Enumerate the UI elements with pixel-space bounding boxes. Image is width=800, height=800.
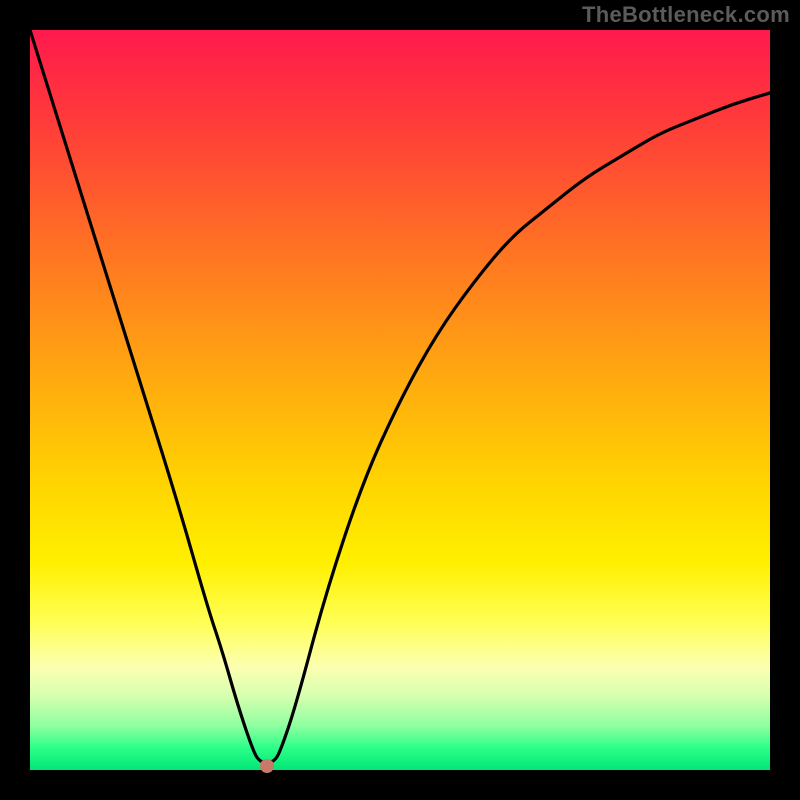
minimum-marker <box>260 759 274 773</box>
curve-svg <box>30 30 770 770</box>
plot-area <box>30 30 770 770</box>
watermark-text: TheBottleneck.com <box>582 2 790 28</box>
curve-path <box>30 30 770 763</box>
chart-frame: TheBottleneck.com <box>0 0 800 800</box>
